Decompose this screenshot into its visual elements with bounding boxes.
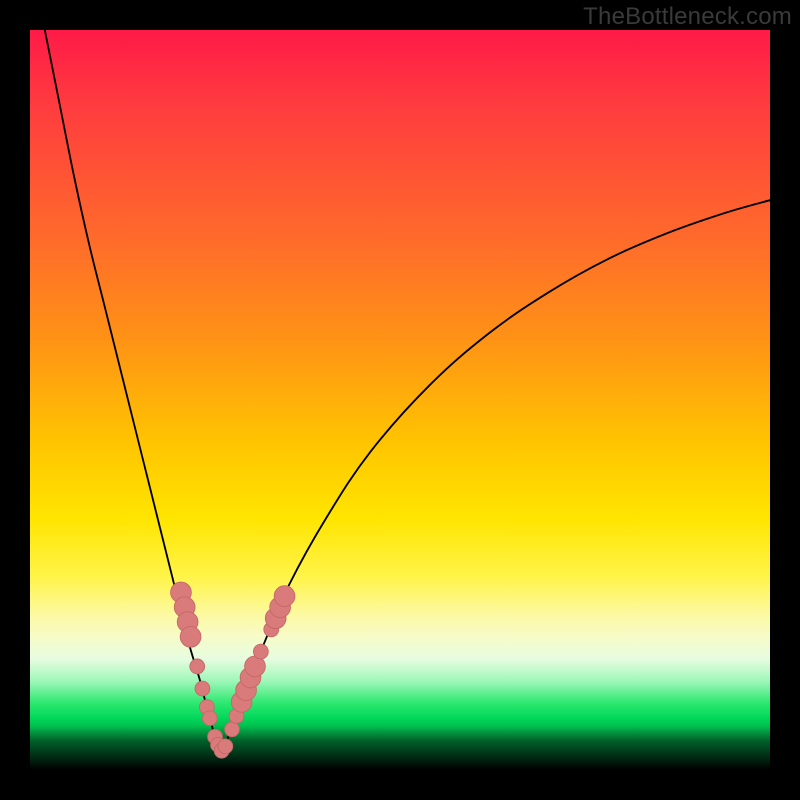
curve-marker-dot (253, 644, 268, 659)
watermark-text: TheBottleneck.com (583, 3, 792, 31)
curve-marker-dot (190, 659, 205, 674)
curve-marker-dot (195, 681, 210, 696)
curve-marker-dot (202, 711, 217, 726)
curve-marker-dot (218, 739, 233, 754)
curve-markers (171, 582, 295, 758)
curve-right-branch (221, 200, 770, 755)
curve-marker-dot (274, 586, 295, 607)
bottleneck-chart (30, 30, 770, 770)
curve-marker-dot (225, 722, 240, 737)
curve-marker-dot (180, 626, 201, 647)
